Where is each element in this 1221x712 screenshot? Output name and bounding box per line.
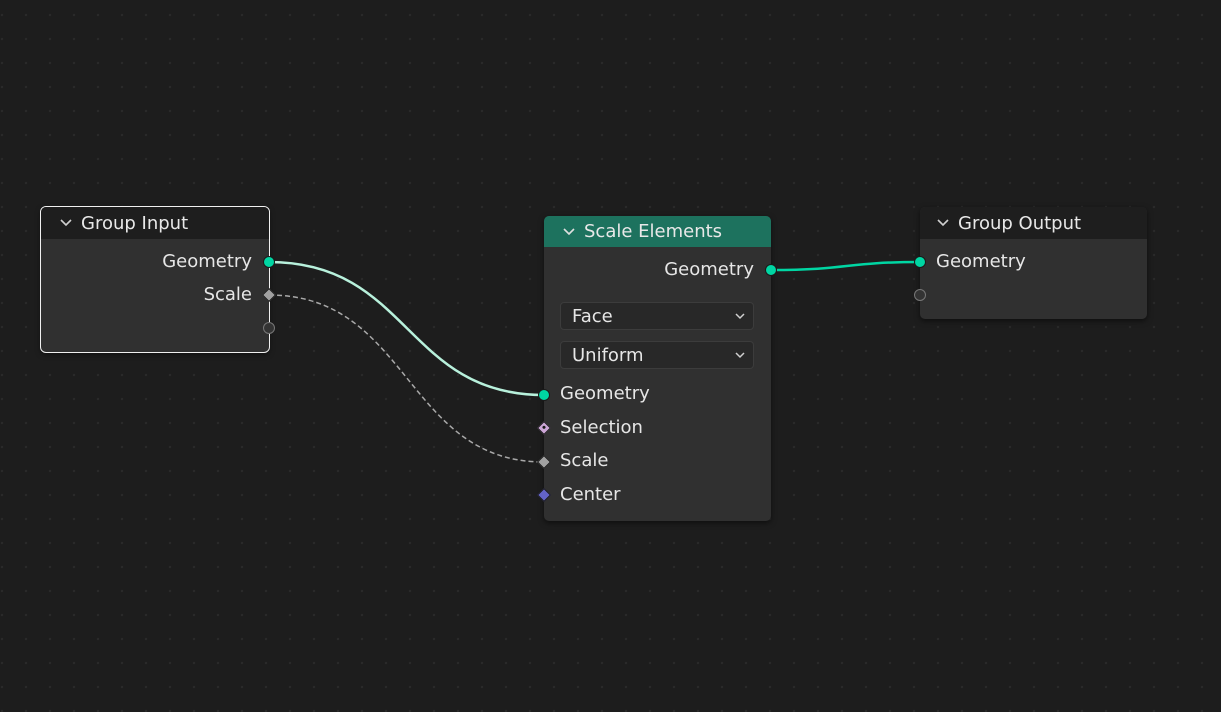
scale-elements-header[interactable]: Scale Elements xyxy=(544,216,771,247)
domain-value: Face xyxy=(572,305,613,327)
link-geometry-input[interactable] xyxy=(268,260,545,397)
link-scale-input[interactable] xyxy=(268,294,545,463)
geometry-output-socket[interactable] xyxy=(765,264,777,276)
input-label-geometry: Geometry xyxy=(560,383,650,404)
group-output-node[interactable]: Group Output Geometry xyxy=(914,207,1147,319)
group-input-node[interactable]: Group Input Geometry Scale xyxy=(40,206,277,353)
scale-elements-node[interactable]: Scale Elements Geometry Face Uniform Geo… xyxy=(536,216,777,521)
geometry-input-socket[interactable] xyxy=(914,256,926,268)
node-title: Group Output xyxy=(958,212,1082,234)
geometry-input-socket[interactable] xyxy=(538,389,550,401)
scale-mode-dropdown[interactable]: Uniform xyxy=(560,341,754,369)
node-title: Group Input xyxy=(81,212,189,234)
input-label-selection: Selection xyxy=(560,417,643,438)
link-geometry-output[interactable] xyxy=(770,260,921,272)
field-dot-icon xyxy=(541,425,547,430)
group-input-header[interactable]: Group Input xyxy=(41,207,269,239)
chevron-down-icon[interactable] xyxy=(59,216,73,230)
chevron-down-icon[interactable] xyxy=(936,216,950,230)
output-label-scale: Scale xyxy=(203,284,252,305)
input-label-scale: Scale xyxy=(560,450,609,471)
group-output-header[interactable]: Group Output xyxy=(920,207,1147,239)
input-label-center: Center xyxy=(560,484,621,505)
chevron-down-icon xyxy=(735,352,745,359)
chevron-down-icon xyxy=(735,313,745,320)
input-label-geometry: Geometry xyxy=(936,251,1026,272)
domain-dropdown[interactable]: Face xyxy=(560,302,754,330)
empty-input-socket[interactable] xyxy=(914,289,926,301)
geometry-output-socket[interactable] xyxy=(263,256,275,268)
scale-mode-value: Uniform xyxy=(572,344,644,366)
output-label-geometry: Geometry xyxy=(664,259,754,280)
output-label-geometry: Geometry xyxy=(162,251,252,272)
empty-output-socket[interactable] xyxy=(263,322,275,334)
chevron-down-icon[interactable] xyxy=(562,225,576,239)
node-title: Scale Elements xyxy=(584,221,723,242)
